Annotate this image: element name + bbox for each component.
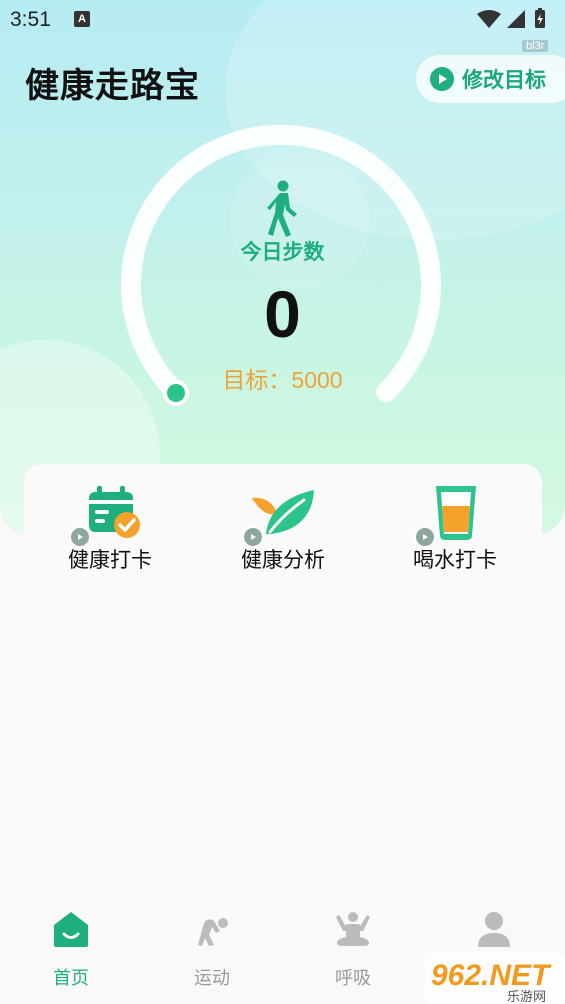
tab-label: 运动 (194, 968, 230, 988)
profile-icon (478, 912, 510, 947)
tab-exercise[interactable]: 运动 (162, 895, 262, 990)
feature-label: 健康打卡 (68, 549, 152, 572)
tab-label: 呼吸 (335, 968, 371, 988)
video-play-icon (414, 526, 436, 548)
water-cup-icon (414, 484, 490, 548)
feature-water-checkin[interactable]: 喝水打卡 (380, 484, 530, 574)
video-play-icon (69, 526, 91, 548)
feature-label: 健康分析 (241, 549, 325, 572)
step-count: 0 (264, 277, 301, 351)
walking-person-icon (267, 180, 297, 237)
feature-health-analysis[interactable]: 健康分析 (208, 484, 358, 574)
today-steps-label: 今日步数 (240, 241, 325, 264)
goal-text: 目标：5000 (222, 367, 343, 393)
tab-label: 首页 (53, 968, 89, 988)
home-icon (54, 912, 88, 947)
tab-breathing[interactable]: 呼吸 (303, 895, 403, 990)
video-play-icon (242, 526, 264, 548)
feature-health-checkin[interactable]: 健康打卡 (35, 484, 185, 574)
exercise-icon (198, 918, 228, 946)
watermark-subtext: 乐游网 (507, 990, 546, 1004)
site-watermark-logo: 962.NET 乐游网 (425, 953, 565, 1004)
leaf-icon (242, 484, 318, 548)
tab-home[interactable]: 首页 (21, 895, 121, 990)
feature-label: 喝水打卡 (413, 549, 497, 572)
meditation-icon (336, 912, 370, 946)
watermark-text: 962.NET (431, 959, 552, 992)
calendar-check-icon (69, 484, 145, 548)
